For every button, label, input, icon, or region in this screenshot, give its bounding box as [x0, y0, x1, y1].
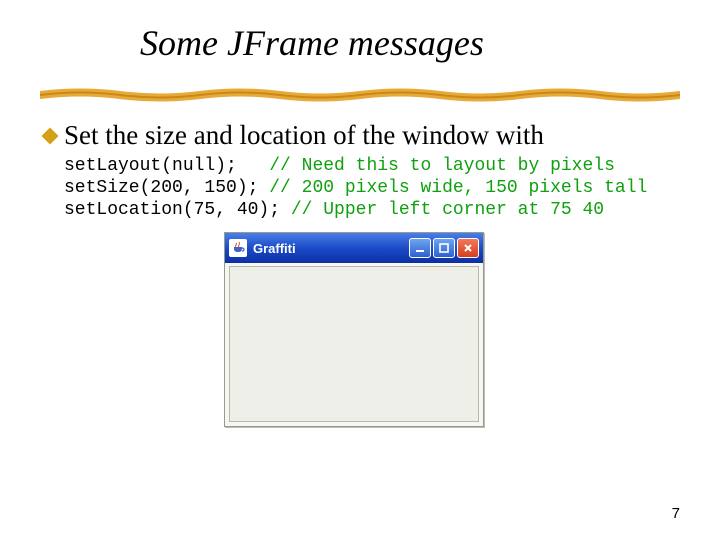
- page-number: 7: [672, 505, 680, 522]
- slide: Some JFrame messages Set the size and lo…: [0, 0, 720, 540]
- code-l1: setLayout(null);: [64, 156, 269, 176]
- slide-title: Some JFrame messages: [0, 22, 720, 64]
- code-l1-comment: // Need this to layout by pixels: [269, 156, 615, 176]
- code-l3-comment: // Upper left corner at 75 40: [291, 200, 604, 220]
- close-button[interactable]: [457, 238, 479, 258]
- maximize-button[interactable]: [433, 238, 455, 258]
- bullet-diamond-icon: [42, 128, 59, 145]
- code-l3: setLocation(75, 40);: [64, 200, 291, 220]
- bullet-line: Set the size and location of the window …: [44, 120, 544, 151]
- content-area: [229, 266, 479, 422]
- window-buttons: [409, 238, 479, 258]
- close-icon: [462, 242, 474, 254]
- minimize-icon: [414, 242, 426, 254]
- window-title: Graffiti: [253, 241, 409, 256]
- title-underline: [40, 88, 680, 102]
- code-l2: setSize(200, 150);: [64, 178, 269, 198]
- code-l2-comment: // 200 pixels wide, 150 pixels tall: [269, 178, 647, 198]
- minimize-button[interactable]: [409, 238, 431, 258]
- java-cup-icon: [229, 239, 247, 257]
- jframe-window: Graffiti: [224, 232, 484, 427]
- maximize-icon: [438, 242, 450, 254]
- titlebar: Graffiti: [225, 233, 483, 263]
- bullet-text: Set the size and location of the window …: [64, 120, 544, 150]
- code-block: setLayout(null); // Need this to layout …: [64, 156, 647, 222]
